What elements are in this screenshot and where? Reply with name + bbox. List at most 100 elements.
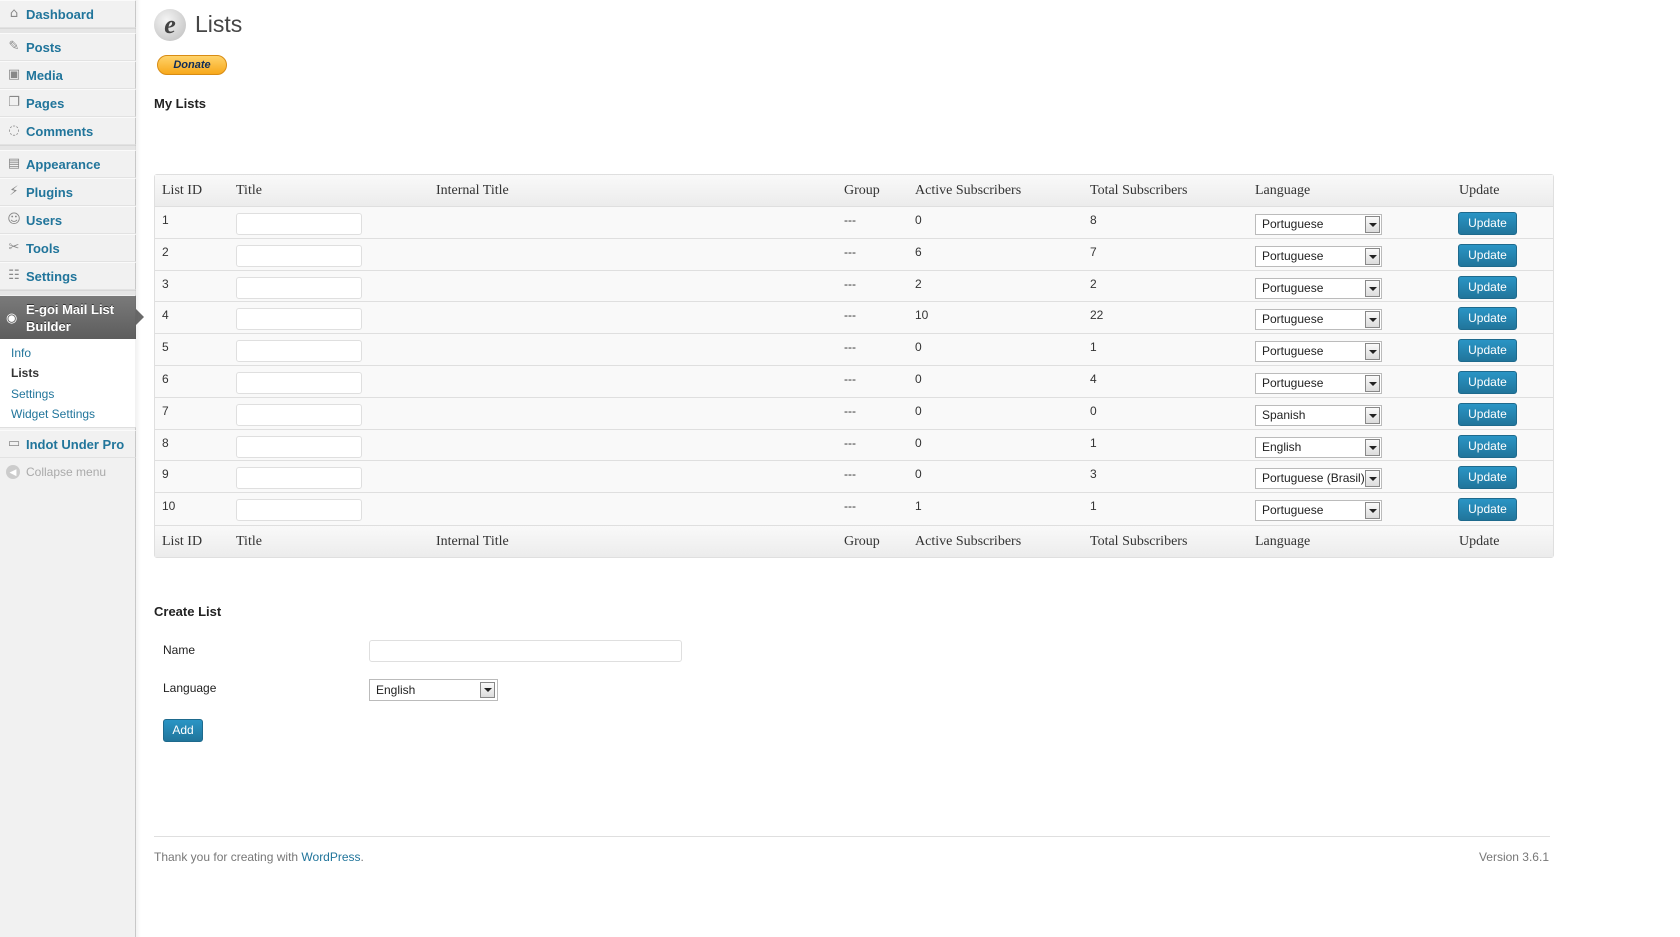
cell-list-id: 8 (162, 435, 169, 450)
cell-total-subscribers: 1 (1090, 499, 1097, 514)
cell-active-subscribers: 6 (915, 244, 922, 259)
page-title: Lists (195, 11, 243, 37)
footer-thanks-text: Thank you for creating with (154, 850, 302, 864)
table-row: 8 --- 0 1 English Update (155, 429, 1553, 462)
table-row: 9 --- 0 3 Portuguese (Brasil) Update (155, 461, 1553, 494)
list-title-input[interactable] (236, 467, 362, 490)
list-title-input[interactable] (236, 499, 362, 522)
list-title-input[interactable] (236, 213, 362, 235)
update-button[interactable]: Update (1458, 275, 1517, 299)
menu-plugins[interactable]: ⚡ Plugins (0, 178, 136, 206)
column-header-group: Group (844, 183, 880, 198)
language-select[interactable]: Portuguese (1255, 341, 1382, 363)
collapse-arrow-icon: ◀ (6, 465, 20, 479)
cell-list-id: 2 (162, 244, 169, 259)
update-button[interactable]: Update (1458, 498, 1517, 522)
table-row: 1 --- 0 8 Portuguese Update (155, 207, 1553, 239)
add-list-button[interactable]: Add (163, 719, 203, 742)
language-select[interactable]: Portuguese (1255, 500, 1382, 522)
update-button[interactable]: Update (1458, 307, 1517, 331)
table-row: 5 --- 0 1 Portuguese Update (155, 334, 1553, 366)
update-button[interactable]: Update (1458, 402, 1517, 426)
create-language-select[interactable]: English (369, 679, 498, 701)
menu-egoi-mail-list-builder[interactable]: ◉ E-goi Mail List Builder (0, 296, 144, 339)
create-language-value: English (376, 683, 416, 697)
update-button[interactable]: Update (1458, 434, 1517, 458)
menu-separator (0, 290, 136, 295)
language-select[interactable]: Portuguese (1255, 277, 1382, 299)
cell-active-subscribers: 0 (915, 340, 922, 355)
language-select[interactable]: English (1255, 436, 1382, 458)
menu-dashboard[interactable]: ⌂ Dashboard (0, 0, 136, 28)
menu-settings[interactable]: ☷ Settings (0, 262, 136, 290)
cell-active-subscribers: 2 (915, 276, 922, 291)
donate-button[interactable]: Donate (157, 55, 227, 75)
cell-total-subscribers: 3 (1090, 467, 1097, 482)
dashboard-icon: ⌂ (9, 6, 19, 21)
update-button[interactable]: Update (1458, 243, 1517, 267)
column-footer-update: Update (1459, 533, 1500, 549)
cell-list-id: 6 (162, 371, 169, 386)
language-select[interactable]: Portuguese (1255, 372, 1382, 394)
cell-total-subscribers: 7 (1090, 244, 1097, 259)
table-header: List ID Title Internal Title Group Activ… (155, 175, 1553, 207)
menu-media[interactable]: ▣ Media (0, 61, 136, 89)
egoi-submenu: Info Lists Settings Widget Settings (0, 339, 136, 428)
update-button[interactable]: Update (1458, 339, 1517, 363)
cell-group: --- (844, 435, 856, 450)
language-select[interactable]: Portuguese (Brasil) (1255, 468, 1382, 490)
list-title-input[interactable] (236, 276, 362, 299)
cell-group: --- (844, 244, 856, 259)
menu-label: E-goi Mail List Builder (26, 301, 115, 334)
menu-label: Appearance (26, 156, 101, 172)
cell-active-subscribers: 0 (915, 467, 922, 482)
language-select[interactable]: Portuguese (1255, 309, 1382, 331)
cell-list-id: 5 (162, 340, 169, 355)
list-title-input[interactable] (236, 308, 362, 331)
column-footer-group: Group (844, 533, 880, 549)
lists-table: List ID Title Internal Title Group Activ… (154, 174, 1554, 558)
menu-appearance[interactable]: ▤ Appearance (0, 150, 136, 178)
list-name-input[interactable] (369, 640, 682, 662)
update-button[interactable]: Update (1458, 370, 1517, 394)
submenu-item-lists[interactable]: Lists (11, 366, 39, 380)
submenu-item-widget-settings[interactable]: Widget Settings (11, 407, 95, 421)
list-title-input[interactable] (236, 244, 362, 267)
list-title-input[interactable] (236, 371, 362, 394)
wordpress-link[interactable]: WordPress (301, 850, 360, 864)
menu-comments[interactable]: ◌ Comments (0, 117, 136, 145)
table-row: 10 --- 1 1 Portuguese Update (155, 493, 1553, 525)
column-footer-list-id: List ID (162, 533, 203, 549)
table-body: 1 --- 0 8 Portuguese Update 2 --- 6 7 Portuguese Up… (155, 207, 1553, 525)
column-header-internal-title: Internal Title (436, 183, 509, 198)
collapse-menu-button[interactable]: ◀ Collapse menu (6, 465, 106, 479)
cell-group: --- (844, 276, 856, 291)
list-title-input[interactable] (236, 435, 362, 458)
language-select[interactable]: Portuguese (1255, 245, 1382, 267)
language-select-value: Portuguese (1262, 217, 1324, 231)
pages-icon: ❐ (8, 95, 20, 110)
cell-list-id: 9 (162, 467, 169, 482)
update-button[interactable]: Update (1458, 212, 1517, 235)
submenu-item-settings[interactable]: Settings (11, 387, 54, 401)
dropdown-arrow-icon (1365, 374, 1380, 392)
menu-pages[interactable]: ❐ Pages (0, 89, 136, 117)
submenu-item-info[interactable]: Info (11, 346, 31, 360)
list-title-input[interactable] (236, 340, 362, 363)
menu-label: Pages (26, 95, 65, 111)
egoi-icon: ◉ (6, 309, 18, 325)
menu-posts[interactable]: ✎ Posts (0, 33, 136, 61)
language-select-value: Portuguese (1262, 375, 1324, 390)
language-select[interactable]: Spanish (1255, 404, 1382, 426)
dropdown-arrow-icon (1365, 502, 1380, 520)
menu-users[interactable]: ☺ Users (0, 206, 136, 234)
cell-active-subscribers: 0 (915, 371, 922, 386)
dropdown-arrow-icon (1365, 406, 1380, 424)
language-select[interactable]: Portuguese (1255, 214, 1382, 235)
menu-indot-under-pro[interactable]: ▭ Indot Under Pro (0, 430, 136, 458)
monitor-icon: ▭ (7, 436, 21, 451)
list-title-input[interactable] (236, 403, 362, 426)
update-button[interactable]: Update (1458, 466, 1517, 490)
cell-active-subscribers: 0 (915, 435, 922, 450)
menu-tools[interactable]: ✂ Tools (0, 234, 136, 262)
